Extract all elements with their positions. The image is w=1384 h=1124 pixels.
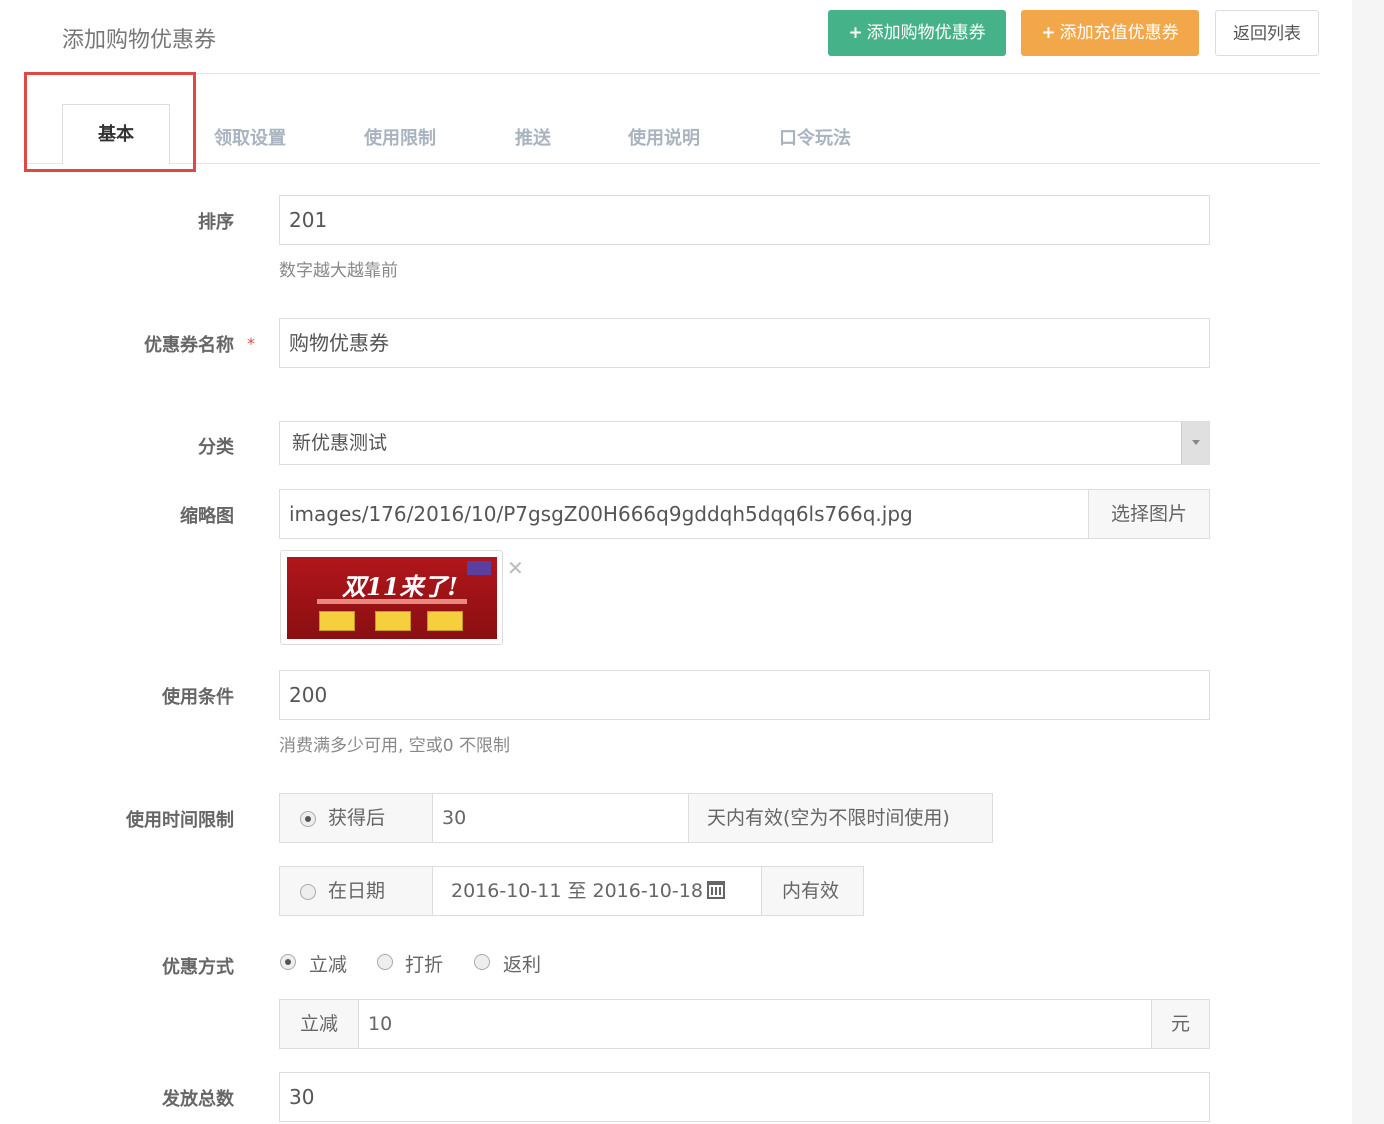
time-limit-label: 使用时间限制 <box>126 810 234 831</box>
valid-days-suffix: 天内有效(空为不限时间使用) <box>688 793 993 843</box>
category-label: 分类 <box>198 437 234 458</box>
thumbnail-logo <box>467 561 491 575</box>
page-header: 添加购物优惠券 + 添加购物优惠券 + 添加充值优惠券 返回列表 <box>24 0 1320 74</box>
select-image-button[interactable]: 选择图片 <box>1088 489 1210 539</box>
plus-icon: + <box>848 23 863 43</box>
page-title: 添加购物优惠券 <box>62 28 217 53</box>
thumbnail-image: 双11来了! <box>287 557 497 639</box>
add-shopping-coupon-button[interactable]: + 添加购物优惠券 <box>828 10 1006 56</box>
coupon-name-input[interactable]: 购物优惠券 <box>279 318 1210 368</box>
discount-amount-input[interactable]: 10 <box>358 999 1152 1049</box>
calendar-icon[interactable] <box>706 881 725 899</box>
discount-rebate-label: 返利 <box>503 954 542 976</box>
tab-receive-settings[interactable]: 领取设置 <box>214 124 286 150</box>
date-range-picker[interactable]: 2016-10-11 至 2016-10-18 <box>432 866 762 916</box>
required-mark: * <box>247 334 255 353</box>
thumbnail-path-input[interactable]: images/176/2016/10/P7gsgZ00H666q9gddqh5d… <box>279 489 1089 539</box>
sort-input[interactable]: 201 <box>279 195 1210 245</box>
thumbnail-headline: 双11来了! <box>342 572 458 601</box>
after-obtain-radio[interactable] <box>300 811 316 827</box>
tab-password-play[interactable]: 口令玩法 <box>779 124 851 150</box>
thumbnail-preview: 双11来了! <box>280 550 503 645</box>
discount-reduce-radio[interactable] <box>280 954 296 970</box>
date-range-label: 在日期 <box>328 880 386 902</box>
after-obtain-option[interactable]: 获得后 <box>279 793 433 843</box>
thumbnail-coupon <box>319 611 355 631</box>
sort-help: 数字越大越靠前 <box>279 261 398 281</box>
discount-method-label: 优惠方式 <box>162 957 234 978</box>
total-issue-input[interactable]: 30 <box>279 1072 1210 1122</box>
date-range-suffix: 内有效 <box>761 866 864 916</box>
date-range-radio[interactable] <box>300 884 316 900</box>
sort-label: 排序 <box>198 212 234 233</box>
thumbnail-subline <box>317 599 467 604</box>
valid-days-input[interactable]: 30 <box>432 793 689 843</box>
discount-prefix: 立减 <box>279 999 359 1049</box>
tab-usage-notes[interactable]: 使用说明 <box>628 124 700 150</box>
tab-basic[interactable]: 基本 <box>62 104 170 165</box>
usage-condition-help: 消费满多少可用, 空或0 不限制 <box>279 736 511 756</box>
usage-condition-label: 使用条件 <box>162 687 234 708</box>
discount-rebate-radio[interactable] <box>474 954 490 970</box>
right-scroll-area <box>1352 0 1384 1124</box>
discount-percent-label: 打折 <box>405 954 444 976</box>
plus-icon: + <box>1041 23 1056 43</box>
tab-push[interactable]: 推送 <box>515 124 551 150</box>
category-value: 新优惠测试 <box>292 432 388 454</box>
tab-usage-limits[interactable]: 使用限制 <box>364 124 436 150</box>
discount-reduce-label: 立减 <box>309 954 348 976</box>
date-range-option[interactable]: 在日期 <box>279 866 433 916</box>
usage-condition-input[interactable]: 200 <box>279 670 1210 720</box>
category-select[interactable]: 新优惠测试 <box>279 421 1210 465</box>
chevron-down-icon[interactable] <box>1181 422 1209 464</box>
thumbnail-label: 缩略图 <box>180 506 234 527</box>
total-issue-label: 发放总数 <box>162 1089 234 1110</box>
remove-image-icon[interactable]: ✕ <box>507 556 524 580</box>
after-obtain-label: 获得后 <box>328 807 386 829</box>
date-range-value: 2016-10-11 至 2016-10-18 <box>451 880 703 902</box>
add-recharge-coupon-button[interactable]: + 添加充值优惠券 <box>1021 10 1199 56</box>
tab-bar: 基本 领取设置 使用限制 推送 使用说明 口令玩法 <box>24 74 1320 165</box>
discount-unit: 元 <box>1151 999 1210 1049</box>
thumbnail-coupon <box>375 611 411 631</box>
thumbnail-coupon <box>427 611 463 631</box>
coupon-name-label: 优惠券名称 <box>144 335 234 356</box>
back-to-list-button[interactable]: 返回列表 <box>1215 10 1319 56</box>
discount-percent-radio[interactable] <box>377 954 393 970</box>
